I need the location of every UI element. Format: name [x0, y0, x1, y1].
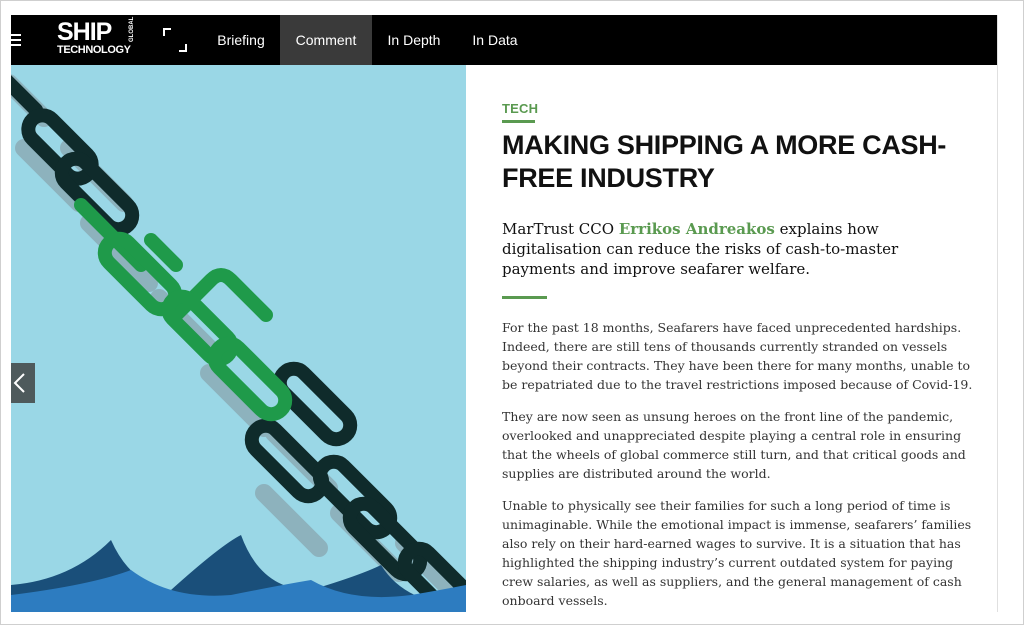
logo-technology-text: TECHNOLOGY — [57, 44, 131, 56]
tab-in-data[interactable]: In Data — [465, 15, 525, 65]
body-paragraph: For the past 18 months, Seafarers have f… — [502, 320, 973, 392]
category-label[interactable]: TECH — [502, 101, 538, 116]
body-paragraph: They are now seen as unsung heroes on th… — [502, 409, 966, 481]
top-nav: SHIP TECHNOLOGY GLOBAL Briefing Comment … — [11, 15, 997, 65]
category-underline — [502, 120, 535, 123]
tab-in-depth[interactable]: In Depth — [380, 15, 448, 65]
logo-global-text: GLOBAL — [129, 16, 135, 42]
logo-ship-text: SHIP — [57, 18, 112, 46]
section-divider — [502, 296, 547, 299]
author-link[interactable]: Errikos Andreakos — [619, 220, 775, 238]
site-logo[interactable]: SHIP TECHNOLOGY GLOBAL — [57, 16, 137, 62]
page-frame: SHIP TECHNOLOGY GLOBAL Briefing Comment … — [11, 15, 998, 612]
tab-briefing[interactable]: Briefing — [207, 15, 275, 65]
standfirst-prefix: MarTrust CCO — [502, 220, 619, 238]
hero-illustration — [11, 65, 466, 612]
expand-icon[interactable] — [163, 28, 187, 52]
hamburger-menu-icon[interactable] — [11, 34, 21, 46]
chain-illustration — [11, 74, 466, 612]
article-headline: Making shipping a more cash-free industr… — [502, 130, 947, 193]
previous-button[interactable] — [11, 363, 35, 403]
body-paragraph: Unable to physically see their families … — [502, 498, 972, 608]
article-standfirst: MarTrust CCO Errikos Andreakos explains … — [502, 219, 952, 279]
chevron-left-icon — [13, 373, 25, 393]
tab-comment[interactable]: Comment — [280, 15, 372, 65]
article-body: For the past 18 months, Seafarers have f… — [502, 318, 977, 612]
